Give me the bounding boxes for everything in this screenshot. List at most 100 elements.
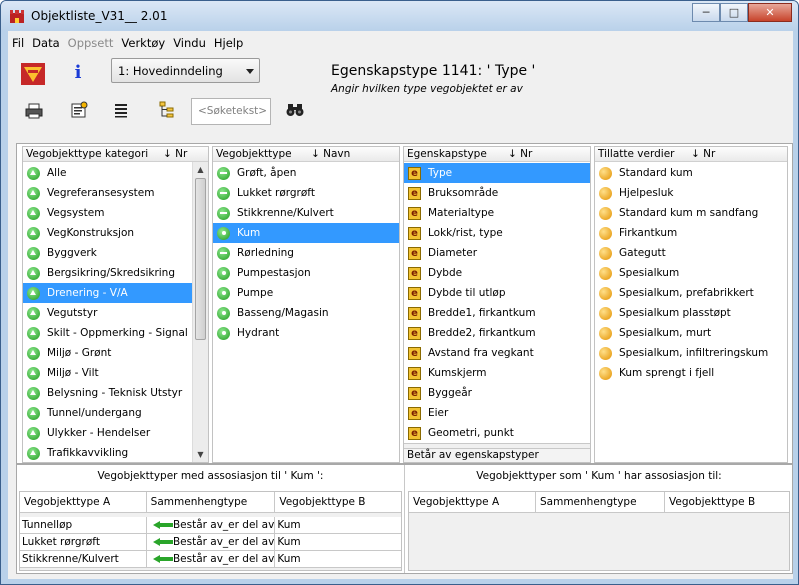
col-header-type-b[interactable]: Vegobjekttype B <box>665 492 789 512</box>
point-object-icon <box>217 306 230 320</box>
list-item[interactable]: Gategutt <box>595 243 787 263</box>
list-item[interactable]: Tunnel/undergang <box>23 403 208 423</box>
sort-indicator[interactable]: ↓ Nr <box>508 147 532 161</box>
list-item[interactable]: e Bredde2, firkantkum <box>404 323 590 343</box>
list-item[interactable]: Hydrant <box>213 323 399 343</box>
menu-fil[interactable]: Fil <box>8 35 28 53</box>
assoc-left-rows: Tunnelløp Består av_er del av Kum Lukket rø… <box>20 517 401 568</box>
list-item[interactable]: Trafikkavvikling <box>23 443 208 462</box>
list-item[interactable]: e Dybde til utløp <box>404 283 590 303</box>
info-icon[interactable]: i <box>70 62 86 83</box>
list-item[interactable]: Ulykker - Hendelser <box>23 423 208 443</box>
property-type-header[interactable]: Egenskapstype ↓ Nr <box>404 147 590 162</box>
list-item[interactable]: e Avstand fra vegkant <box>404 343 590 363</box>
properties-icon[interactable] <box>70 101 88 119</box>
col-header-relation[interactable]: Sammenhengtype <box>147 492 276 512</box>
category-scrollbar[interactable]: ▲ ▼ <box>192 162 208 462</box>
list-item[interactable]: e Eier <box>404 403 590 423</box>
list-item[interactable]: Hjelpesluk <box>595 183 787 203</box>
list-item[interactable]: e Diameter <box>404 243 590 263</box>
object-type-header[interactable]: Vegobjekttype ↓ Navn <box>213 147 399 162</box>
property-e-icon: e <box>408 166 421 180</box>
list-item[interactable]: Vegsystem <box>23 203 208 223</box>
list-item[interactable]: Vegreferansesystem <box>23 183 208 203</box>
list-item[interactable]: Spesialkum <box>595 263 787 283</box>
list-item[interactable]: Belysning - Teknisk Utstyr <box>23 383 208 403</box>
property-footer: Betår av egenskapstyper <box>404 448 590 462</box>
minimize-button[interactable]: ─ <box>692 3 720 22</box>
list-item[interactable]: Grøft, åpen <box>213 163 399 183</box>
chevron-down-icon <box>246 69 254 74</box>
maximize-button[interactable]: □ <box>720 3 748 22</box>
scroll-thumb[interactable] <box>195 178 206 340</box>
list-item[interactable]: Lukket rørgrøft <box>213 183 399 203</box>
list-item[interactable]: Spesialkum, infiltreringskum <box>595 343 787 363</box>
tree-view-icon[interactable] <box>158 101 176 119</box>
category-arrow-icon <box>27 286 40 300</box>
list-item[interactable]: e Kumskjerm <box>404 363 590 383</box>
list-item[interactable]: Spesialkum, murt <box>595 323 787 343</box>
list-item[interactable]: e Geometri, punkt <box>404 423 590 443</box>
col-header-type-b[interactable]: Vegobjekttype B <box>275 492 401 512</box>
list-item[interactable]: Pumpestasjon <box>213 263 399 283</box>
list-item[interactable]: e Lokk/rist, type <box>404 223 590 243</box>
list-item[interactable]: Spesialkum plasstøpt <box>595 303 787 323</box>
allowed-values-header[interactable]: Tillatte verdier ↓ Nr <box>595 147 787 162</box>
list-item[interactable]: Basseng/Magasin <box>213 303 399 323</box>
scroll-down-icon[interactable]: ▼ <box>193 447 208 462</box>
col-header-type-a[interactable]: Vegobjekttype A <box>409 492 536 512</box>
col-header-type-a[interactable]: Vegobjekttype A <box>20 492 147 512</box>
list-icon[interactable] <box>113 102 129 118</box>
point-object-icon <box>217 266 230 280</box>
list-item[interactable]: Stikkrenne/Kulvert <box>213 203 399 223</box>
print-icon[interactable] <box>25 102 43 120</box>
close-button[interactable]: ✕ <box>748 3 792 22</box>
list-item[interactable]: e Materialtype <box>404 203 590 223</box>
menu-vindu[interactable]: Vindu <box>169 35 210 53</box>
list-item[interactable]: VegKonstruksjon <box>23 223 208 243</box>
list-item-label: Standard kum <box>619 167 693 179</box>
property-e-icon: e <box>408 366 421 380</box>
list-item[interactable]: Alle <box>23 163 208 183</box>
list-item[interactable]: Standard kum <box>595 163 787 183</box>
list-item[interactable]: Miljø - Vilt <box>23 363 208 383</box>
list-item[interactable]: Firkantkum <box>595 223 787 243</box>
list-item-label: Ulykker - Hendelser <box>47 427 151 439</box>
menu-data[interactable]: Data <box>28 35 63 53</box>
category-dropdown[interactable]: 1: Hovedinndeling <box>111 58 260 83</box>
list-item[interactable]: Skilt - Oppmerking - Signal <box>23 323 208 343</box>
list-item[interactable]: e Bruksområde <box>404 183 590 203</box>
list-item[interactable]: Kum sprengt i fjell <box>595 363 787 383</box>
list-item[interactable]: e Type <box>404 163 590 183</box>
category-arrow-icon <box>27 186 40 200</box>
sort-indicator[interactable]: ↓ Nr <box>163 147 187 161</box>
list-item[interactable]: Drenering - V/A <box>23 283 208 303</box>
sort-indicator[interactable]: ↓ Nr <box>691 147 715 161</box>
list-item[interactable]: Byggverk <box>23 243 208 263</box>
table-row[interactable]: Lukket rørgrøft Består av_er del av Kum <box>20 534 401 551</box>
list-item[interactable]: Miljø - Grønt <box>23 343 208 363</box>
list-item[interactable]: e Bredde1, firkantkum <box>404 303 590 323</box>
list-item[interactable]: Bergsikring/Skredsikring <box>23 263 208 283</box>
list-item[interactable]: e Dybde <box>404 263 590 283</box>
title-bar[interactable]: Objektliste_V31__ 2.01 ─ □ ✕ <box>1 1 798 31</box>
list-item[interactable]: Spesialkum, prefabrikkert <box>595 283 787 303</box>
menu-hjelp[interactable]: Hjelp <box>210 35 247 53</box>
table-row[interactable]: Stikkrenne/Kulvert Består av_er del av Kum <box>20 551 401 568</box>
menu-verktoy[interactable]: Verktøy <box>117 35 169 53</box>
list-item[interactable]: e Byggeår <box>404 383 590 403</box>
category-header[interactable]: Vegobjekttype kategori ↓ Nr <box>23 147 208 162</box>
list-item[interactable]: Kum <box>213 223 399 243</box>
list-item[interactable]: Rørledning <box>213 243 399 263</box>
list-item[interactable]: Vegutstyr <box>23 303 208 323</box>
search-input[interactable]: <Søketekst> <box>191 98 271 125</box>
sort-indicator[interactable]: ↓ Navn <box>311 147 350 161</box>
table-row[interactable]: Tunnelløp Består av_er del av Kum <box>20 517 401 534</box>
association-panels: Vegobjekttyper med assosiasjon til ' Kum… <box>16 464 793 574</box>
list-item[interactable]: Standard kum m sandfang <box>595 203 787 223</box>
scroll-up-icon[interactable]: ▲ <box>193 162 208 177</box>
list-item[interactable]: Pumpe <box>213 283 399 303</box>
binoculars-icon[interactable] <box>286 102 304 118</box>
list-item-label: Tunnel/undergang <box>47 407 142 419</box>
col-header-relation[interactable]: Sammenhengtype <box>536 492 665 512</box>
